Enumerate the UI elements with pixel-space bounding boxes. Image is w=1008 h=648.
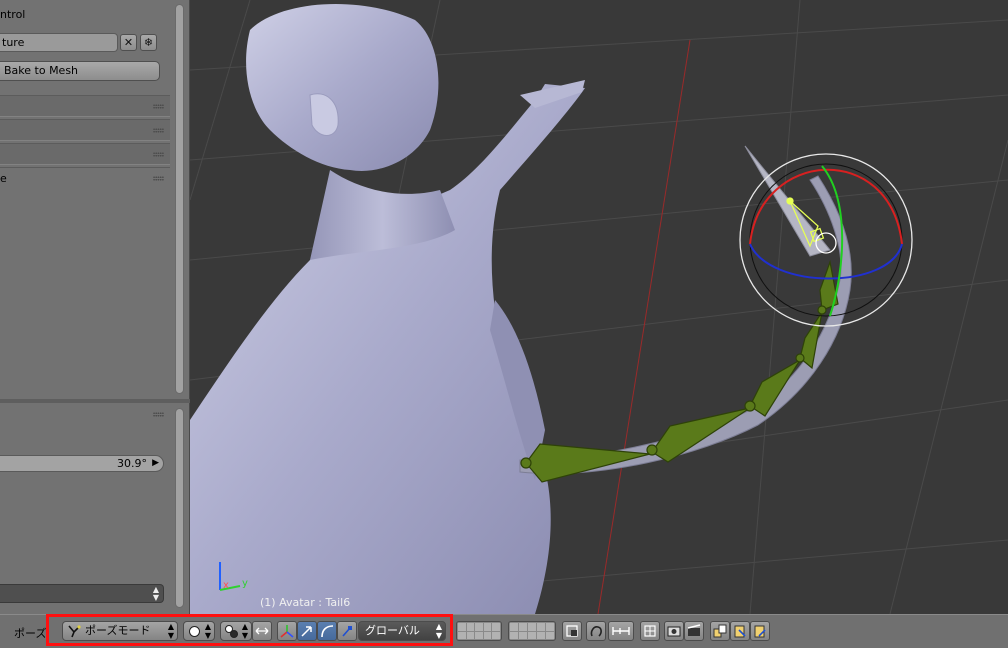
panel-scrollbar-top[interactable] [175, 4, 184, 394]
scale-manipulator-icon[interactable] [337, 621, 357, 641]
control-label: ntrol [0, 8, 26, 21]
bake-to-mesh-button[interactable]: Bake to Mesh [0, 61, 160, 81]
panel-header-5[interactable] [0, 404, 170, 426]
armature-field[interactable]: ture [0, 33, 118, 52]
drag-grip-icon[interactable] [153, 104, 164, 109]
panel-header-1[interactable] [0, 95, 170, 117]
copy-pose-icon[interactable] [710, 621, 730, 641]
panel-header-2[interactable] [0, 119, 170, 141]
editor-label: ポーズ [14, 627, 47, 640]
drag-grip-icon[interactable] [153, 152, 164, 157]
blender-window: ntrol ture ✕ ❄ Bake to Mesh e 30.9° ▶ ▲ ▼ [0, 0, 1008, 648]
viewport-header: ポーズ ポーズモード ▲ ▼ ▲ ▼ ▲ ▼ グローバル ▲ ▼ [0, 614, 1008, 648]
tool-shelf-panel: ntrol ture ✕ ❄ Bake to Mesh e 30.9° ▶ ▲ ▼ [0, 0, 190, 614]
paste-flipped-pose-icon[interactable] [750, 621, 770, 641]
panel-header-4[interactable]: e [0, 167, 170, 189]
pose-mode-icon [68, 625, 81, 638]
updown-arrow-icon: ▲ ▼ [435, 622, 442, 640]
panel-dropdown[interactable]: ▲ ▼ [0, 584, 164, 603]
armature-bones[interactable] [520, 259, 839, 483]
mode-selector[interactable]: ポーズモード ▲ ▼ [62, 621, 178, 641]
angle-slider[interactable]: 30.9° ▶ [0, 455, 164, 472]
snowflake-icon[interactable]: ❄ [140, 34, 157, 51]
angle-value: 30.9° [117, 457, 147, 470]
solid-shading-icon [189, 626, 200, 637]
mode-label: ポーズモード [85, 624, 151, 637]
panel-scrollbar-bottom[interactable] [175, 408, 184, 608]
axis-y-label: y [242, 578, 248, 589]
pivot-selector[interactable]: ▲ ▼ [220, 621, 252, 641]
layer-buttons-group-1[interactable] [456, 621, 502, 641]
panel-header-3[interactable] [0, 143, 170, 165]
drag-grip-icon[interactable] [153, 128, 164, 133]
drag-grip-icon[interactable] [153, 412, 164, 417]
render-image-icon[interactable] [664, 621, 684, 641]
manipulate-center-icon[interactable] [252, 621, 272, 641]
viewport-canvas: x y [190, 0, 1008, 614]
axis-x-label: x [223, 580, 229, 591]
section-label: e [0, 172, 7, 185]
updown-arrow-icon: ▲ ▼ [167, 622, 174, 640]
proportional-edit-icon[interactable] [640, 621, 660, 641]
layer-buttons-group-2[interactable] [508, 621, 556, 641]
avatar-mesh[interactable] [190, 3, 585, 614]
3d-viewport[interactable]: x y (1) Avatar : Tail6 [190, 0, 1008, 614]
updown-arrow-icon: ▲ ▼ [204, 622, 211, 640]
clear-x-icon[interactable]: ✕ [120, 34, 137, 51]
translate-manipulator-icon[interactable] [297, 621, 317, 641]
rotate-manipulator-icon[interactable] [317, 621, 337, 641]
snap-element-icon[interactable] [608, 621, 634, 641]
drag-grip-icon[interactable] [153, 176, 164, 181]
panel-divider [0, 399, 190, 403]
snap-magnet-icon[interactable] [586, 621, 606, 641]
render-animation-icon[interactable] [684, 621, 704, 641]
orientation-label: グローバル [365, 624, 420, 637]
lock-camera-icon[interactable] [562, 621, 582, 641]
orientation-selector[interactable]: グローバル ▲ ▼ [358, 621, 446, 641]
shading-selector[interactable]: ▲ ▼ [183, 621, 215, 641]
object-info-label: (1) Avatar : Tail6 [260, 596, 351, 609]
transform-manipulator-icon[interactable] [277, 621, 297, 641]
paste-pose-icon[interactable] [730, 621, 750, 641]
chevron-right-icon: ▶ [152, 458, 159, 468]
updown-arrow-icon: ▲ ▼ [241, 622, 248, 640]
updown-arrow-icon: ▲ ▼ [152, 585, 159, 602]
